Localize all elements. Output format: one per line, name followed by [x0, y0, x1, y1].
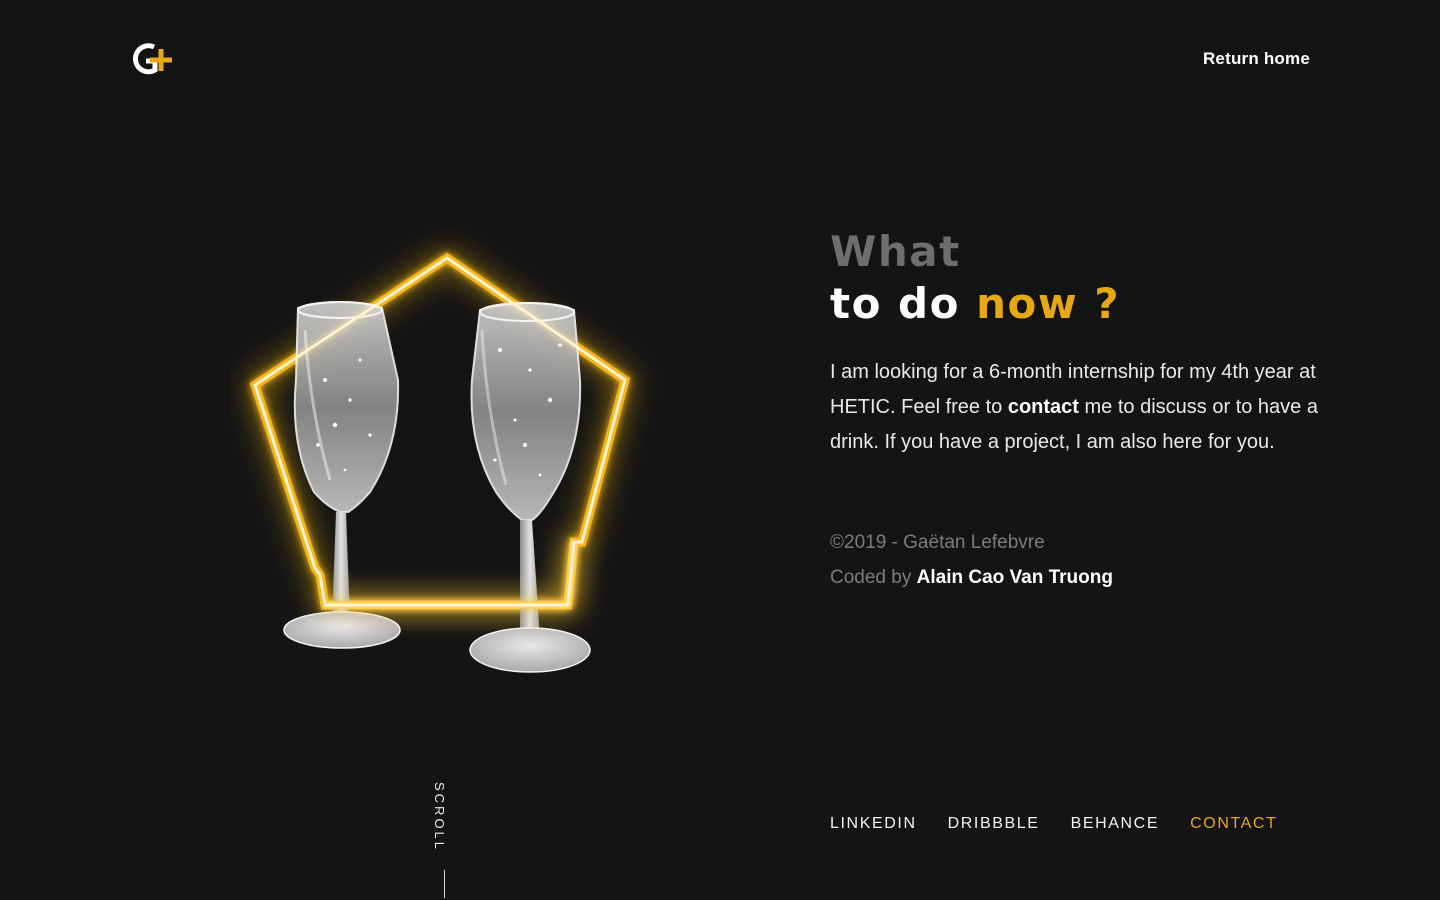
page: Return home What to do now ? I am lookin… — [0, 0, 1440, 900]
behance-link[interactable]: BEHANCE — [1071, 815, 1160, 833]
g-plus-logo-icon — [132, 43, 172, 75]
champagne-neon-illustration — [249, 252, 631, 673]
heading-line-2-prefix: to do — [830, 279, 977, 328]
coded-by-author-link[interactable]: Alain Cao Van Truong — [917, 567, 1113, 588]
return-home-link[interactable]: Return home — [1203, 49, 1310, 69]
right-champagne-glass — [469, 302, 591, 673]
heading-accent: now ? — [976, 279, 1121, 328]
intro-paragraph: I am looking for a 6-month internship fo… — [830, 355, 1320, 460]
credits: ©2019 - Gaëtan Lefebvre Coded by Alain C… — [830, 525, 1113, 595]
copyright-text: ©2019 - Gaëtan Lefebvre — [830, 532, 1045, 553]
heading-line-2: to do now ? — [830, 278, 1120, 330]
contact-link[interactable]: CONTACT — [1190, 815, 1277, 833]
contact-inline-link[interactable]: contact — [1008, 396, 1079, 418]
coded-by-line: Coded by Alain Cao Van Truong — [830, 560, 1113, 595]
scroll-indicator-line — [444, 870, 445, 898]
page-heading: What to do now ? — [830, 226, 1120, 330]
site-logo[interactable] — [128, 40, 176, 80]
dribbble-link[interactable]: DRIBBBLE — [948, 815, 1040, 833]
scroll-indicator-label[interactable]: SCROLL — [432, 782, 447, 852]
linkedin-link[interactable]: LINKEDIN — [830, 815, 917, 833]
social-links: LINKEDIN DRIBBBLE BEHANCE CONTACT — [830, 815, 1277, 833]
heading-line-1: What — [830, 227, 961, 276]
coded-by-prefix: Coded by — [830, 567, 917, 588]
